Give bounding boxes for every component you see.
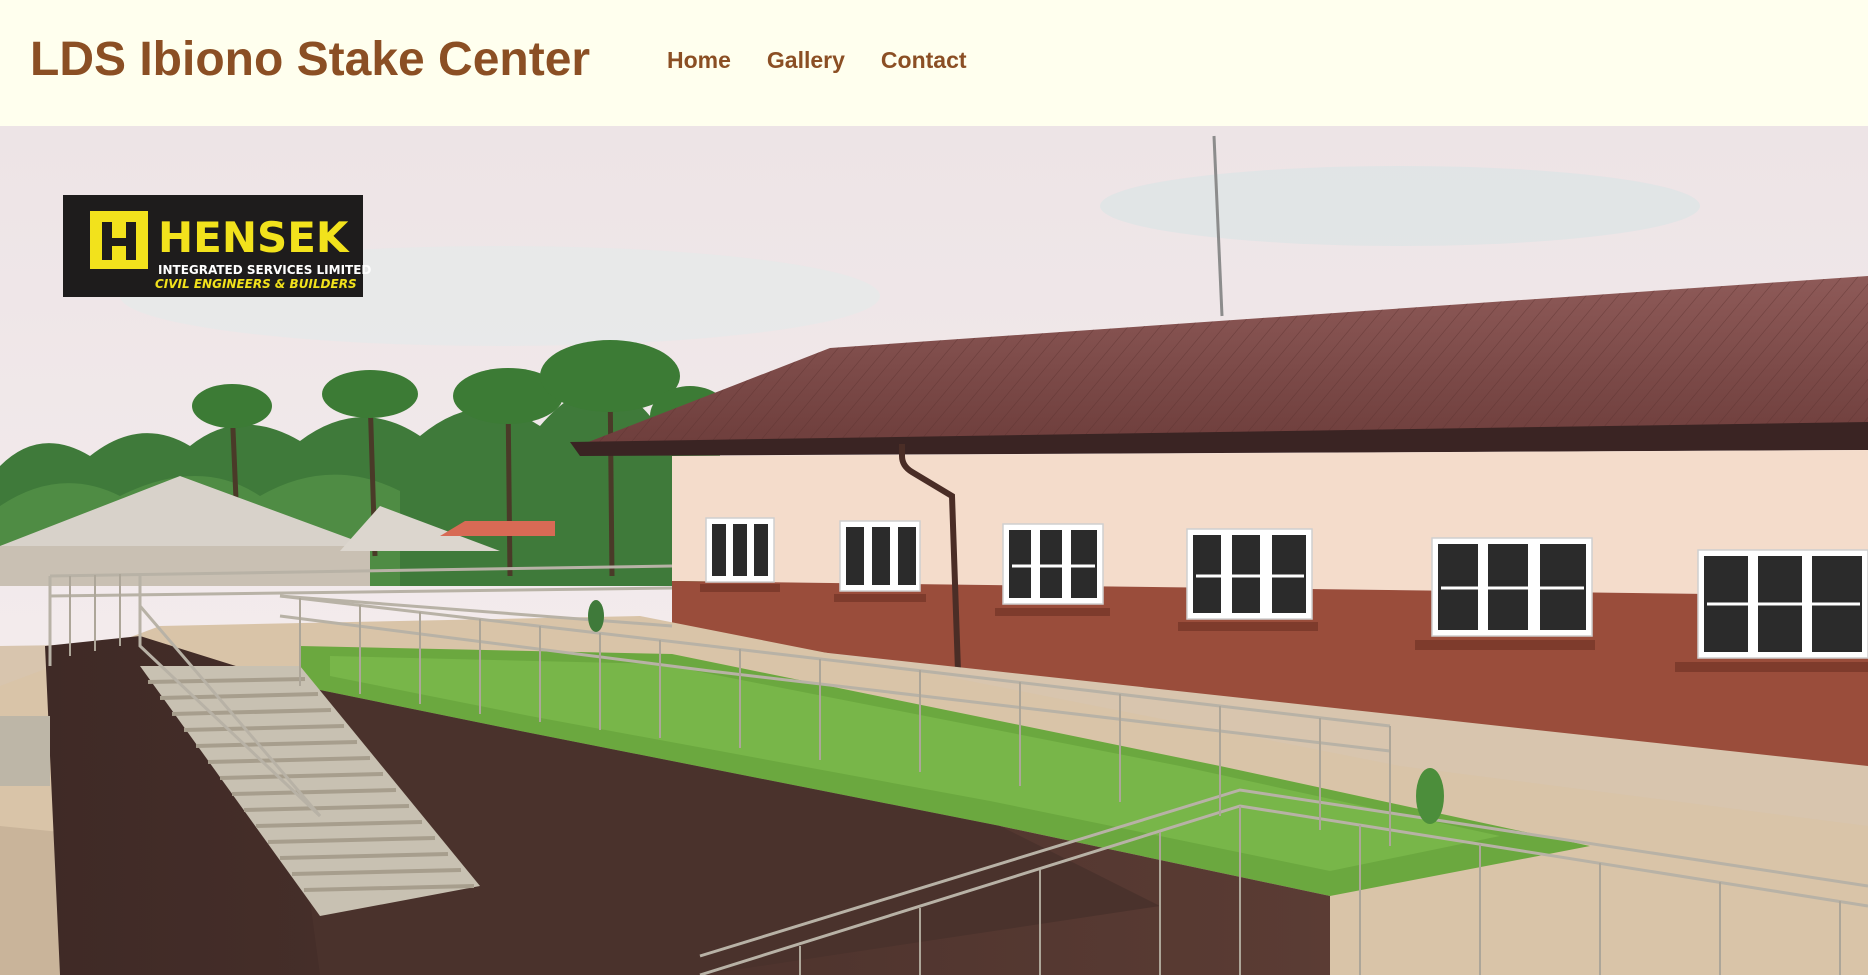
site-title[interactable]: LDS Ibiono Stake Center xyxy=(30,28,590,92)
hensek-logo: HENSEK INTEGRATED SERVICES LIMITED CIVIL… xyxy=(63,195,371,297)
nav-link-contact[interactable]: Contact xyxy=(881,47,967,73)
nav-item-gallery: Gallery xyxy=(767,40,845,80)
nav-link-gallery[interactable]: Gallery xyxy=(767,47,845,73)
stake-center-photo: HENSEK INTEGRATED SERVICES LIMITED CIVIL… xyxy=(0,126,1868,975)
nav-list: Home Gallery Contact xyxy=(667,40,967,80)
nav-item-home: Home xyxy=(667,40,731,80)
logo-name: HENSEK xyxy=(158,213,350,262)
nav-link-home[interactable]: Home xyxy=(667,47,731,73)
logo-line-2: CIVIL ENGINEERS & BUILDERS xyxy=(155,277,357,291)
hero-image: HENSEK INTEGRATED SERVICES LIMITED CIVIL… xyxy=(0,126,1868,975)
nav-item-contact: Contact xyxy=(881,40,967,80)
site-header: LDS Ibiono Stake Center Home Gallery Con… xyxy=(0,0,1868,126)
logo-line-1: INTEGRATED SERVICES LIMITED xyxy=(158,263,371,277)
